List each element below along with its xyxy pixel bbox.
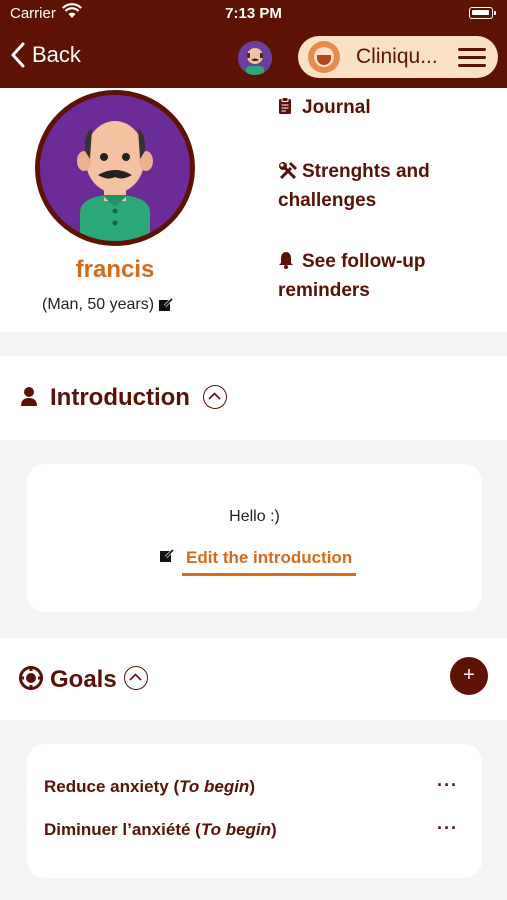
reminders-label-line1: See follow-up [302, 251, 426, 272]
patient-details-text: (Man, 50 years) [42, 296, 155, 313]
status-bar: Carrier 7:13 PM [0, 0, 507, 28]
follow-up-reminders-link[interactable]: See follow-up reminders [278, 248, 426, 304]
introduction-title: Introduction [50, 384, 190, 411]
add-goal-button[interactable]: + [450, 657, 488, 695]
tools-icon [278, 160, 298, 187]
man-avatar-icon [238, 41, 272, 75]
journal-link[interactable]: Journal [278, 94, 371, 123]
introduction-card: Hello :) Edit the introduction [27, 464, 482, 612]
clipboard-icon [278, 96, 298, 123]
patient-avatar-small[interactable] [236, 39, 274, 77]
goals-card: Reduce anxiety (To begin) ··· Diminuer l… [27, 744, 482, 878]
goal-status: To begin [200, 820, 272, 839]
edit-icon[interactable] [158, 297, 174, 313]
goal-options-button[interactable]: ··· [437, 818, 458, 839]
patient-profile: francis (Man, 50 years) Journal Strenght… [0, 88, 507, 332]
strengths-label-line2: challenges [278, 190, 377, 211]
goal-item[interactable]: Reduce anxiety (To begin) [44, 777, 255, 797]
user-icon [21, 387, 37, 406]
navigation-bar: Carrier 7:13 PM Back Cliniqu... [0, 0, 507, 88]
clinic-logo-icon [308, 41, 340, 73]
strengths-challenges-link[interactable]: Strenghts and challenges [278, 158, 430, 214]
introduction-text: Hello :) [229, 508, 280, 525]
reminders-label-line2: reminders [278, 280, 370, 301]
chevron-up-icon [129, 673, 142, 681]
goal-title: Reduce anxiety [44, 777, 169, 796]
goals-section-header: Goals [0, 638, 507, 720]
chevron-up-icon [208, 392, 221, 400]
patient-avatar [35, 90, 195, 246]
goal-title: Diminuer l’anxiété [44, 820, 191, 839]
clinic-selector[interactable]: Cliniqu... [298, 36, 498, 78]
back-button[interactable]: Back [10, 38, 81, 72]
goal-status: To begin [179, 777, 250, 796]
clinic-name: Cliniqu... [356, 45, 438, 68]
menu-icon[interactable] [458, 47, 486, 67]
patient-name: francis [75, 256, 155, 283]
journal-label: Journal [302, 97, 371, 118]
bell-icon [278, 250, 298, 277]
strengths-label-line1: Strenghts and [302, 161, 430, 182]
collapse-goals-button[interactable] [124, 666, 148, 690]
goal-options-button[interactable]: ··· [437, 775, 458, 796]
patient-details: (Man, 50 years) [42, 296, 174, 314]
target-icon [19, 666, 43, 690]
man-avatar-icon [40, 95, 190, 241]
goal-item[interactable]: Diminuer l’anxiété (To begin) [44, 820, 277, 840]
collapse-introduction-button[interactable] [203, 385, 227, 409]
edit-introduction-link[interactable]: Edit the introduction [182, 548, 357, 576]
back-label: Back [32, 42, 81, 67]
edit-icon [160, 548, 175, 562]
status-time: 7:13 PM [225, 5, 282, 22]
battery-icon [469, 7, 496, 19]
chevron-left-icon [11, 42, 25, 68]
introduction-section-header: Introduction [0, 356, 507, 440]
goals-title: Goals [50, 666, 117, 693]
